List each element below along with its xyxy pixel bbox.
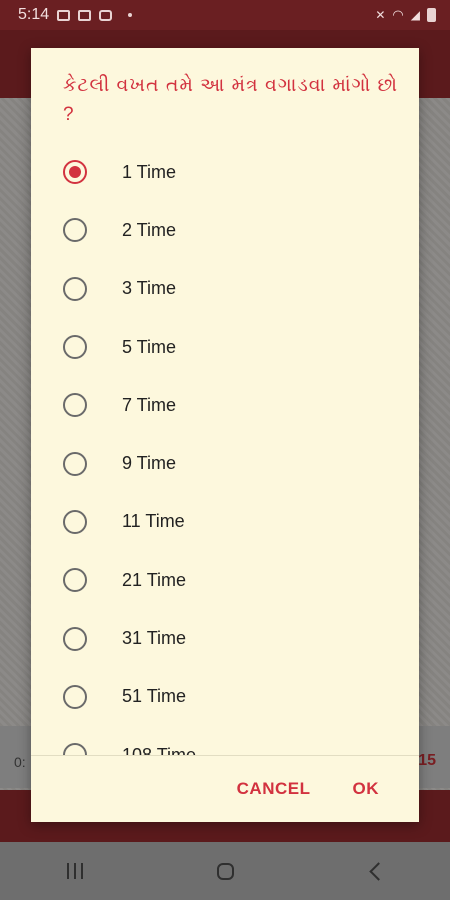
mute-icon: ✕ <box>375 8 386 22</box>
back-icon <box>368 861 388 881</box>
cancel-button[interactable]: CANCEL <box>223 771 325 807</box>
radio-unchecked-icon[interactable] <box>63 276 87 301</box>
ok-button[interactable]: OK <box>339 771 394 807</box>
battery-icon <box>427 8 436 22</box>
options-list[interactable]: 1 Time 2 Time 3 Time 5 Time 7 Time 9 Time 11 T… <box>31 143 419 755</box>
home-button[interactable] <box>195 851 255 891</box>
option-item[interactable]: 2 Time <box>31 201 419 259</box>
option-label: 3 Time <box>122 278 177 299</box>
back-button[interactable] <box>345 851 405 891</box>
radio-unchecked-icon[interactable] <box>63 393 87 418</box>
radio-checked-icon[interactable] <box>63 160 87 185</box>
radio-unchecked-icon[interactable] <box>63 509 87 534</box>
option-label: 2 Time <box>122 219 177 240</box>
mail-icon <box>78 9 92 21</box>
option-label: 5 Time <box>122 336 177 357</box>
radio-unchecked-icon[interactable] <box>63 626 87 651</box>
status-time: 5:14 <box>18 6 50 23</box>
option-item[interactable]: 7 Time <box>31 376 419 434</box>
system-navigation-bar <box>0 842 450 900</box>
option-item[interactable]: 3 Time <box>31 260 419 318</box>
option-label: 1 Time <box>122 161 177 182</box>
option-label: 11 Time <box>122 511 185 532</box>
option-item[interactable]: 51 Time <box>31 668 419 726</box>
dialog-title: કેટલી વખત તમે આ મંત્ર વગાડવા માંગો છો ? <box>63 75 398 125</box>
elapsed-time: 0: <box>14 754 26 770</box>
option-item[interactable]: 5 Time <box>31 318 419 376</box>
dialog-actions: CANCEL OK <box>31 756 419 822</box>
recent-apps-button[interactable] <box>45 851 105 891</box>
option-label: 108 Time <box>122 744 197 755</box>
option-item[interactable]: 11 Time <box>31 493 419 551</box>
home-icon <box>216 862 234 880</box>
image-icon <box>57 9 71 21</box>
option-item[interactable]: 31 Time <box>31 609 419 667</box>
wifi-icon: ◠ <box>392 7 404 22</box>
recent-apps-icon <box>67 863 83 879</box>
option-item[interactable]: 21 Time <box>31 551 419 609</box>
option-label: 31 Time <box>122 628 187 649</box>
repeat-count: 15 <box>418 752 436 769</box>
assistant-icon <box>99 9 113 21</box>
radio-unchecked-icon[interactable] <box>63 335 87 360</box>
radio-unchecked-icon[interactable] <box>63 684 87 709</box>
option-item[interactable]: 1 Time <box>31 143 419 201</box>
radio-unchecked-icon[interactable] <box>63 743 87 755</box>
more-notifications-dot <box>128 13 133 17</box>
radio-unchecked-icon[interactable] <box>63 451 87 476</box>
radio-unchecked-icon[interactable] <box>63 218 87 243</box>
radio-unchecked-icon[interactable] <box>63 568 87 593</box>
option-item[interactable]: 108 Time <box>31 726 419 755</box>
repeat-count-dialog: કેટલી વખત તમે આ મંત્ર વગાડવા માંગો છો ? … <box>31 48 419 822</box>
option-label: 9 Time <box>122 453 177 474</box>
option-item[interactable]: 9 Time <box>31 434 419 492</box>
signal-icon: ◢ <box>410 8 420 22</box>
status-bar: 5:14 ✕ ◠ ◢ <box>0 0 450 30</box>
option-label: 51 Time <box>122 686 187 707</box>
option-label: 7 Time <box>122 394 177 415</box>
option-label: 21 Time <box>122 569 187 590</box>
